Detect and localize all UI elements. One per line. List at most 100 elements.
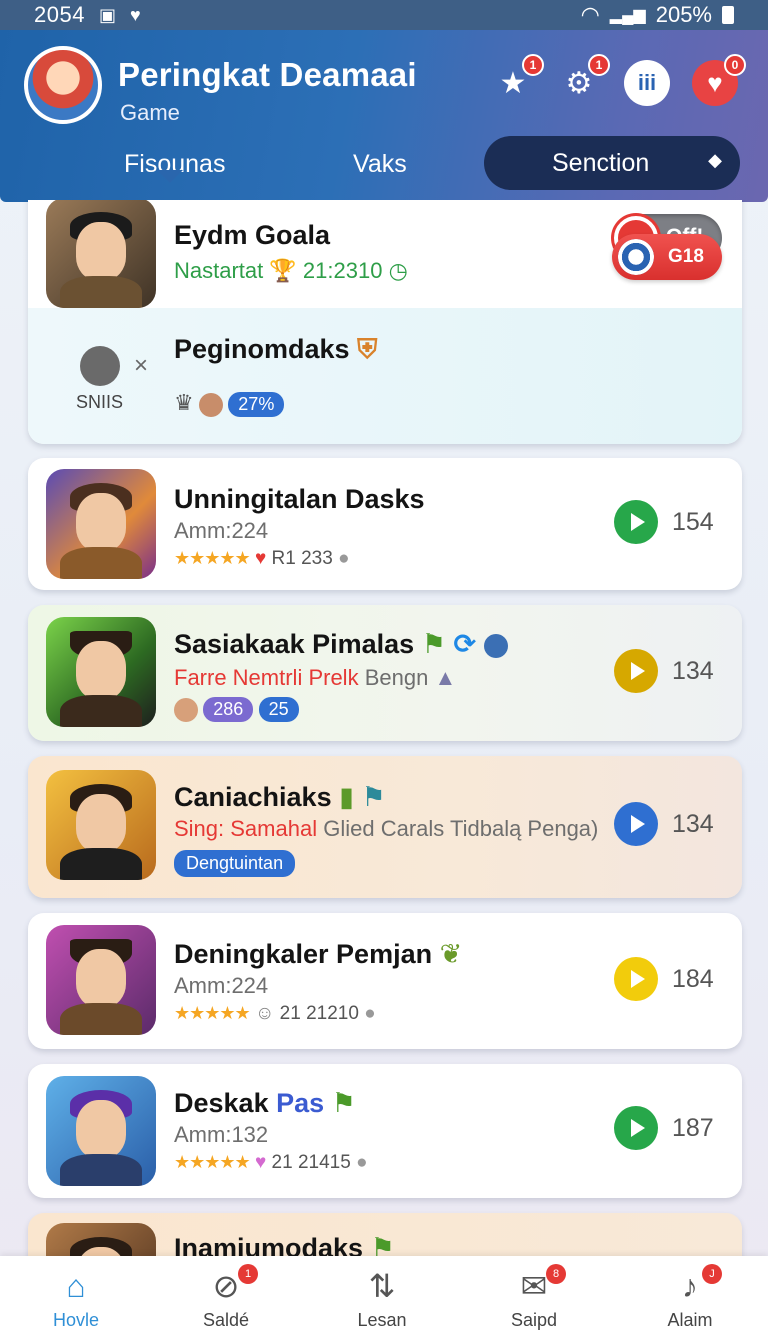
tab-senction-label: Senction xyxy=(552,148,650,177)
play-button[interactable] xyxy=(614,957,658,1001)
avatar[interactable] xyxy=(24,46,102,124)
game-list[interactable]: Eydm Goala Nastartat 🏆 21:2310 ◷ Off! × … xyxy=(0,200,768,1260)
list-item[interactable]: Deningkaler Pemjan ❦ Amm:224 ★★★★★ ☺ 21 … xyxy=(28,913,742,1049)
list-item-sub: Amm:224 xyxy=(174,973,269,998)
clock-icon: ◷ xyxy=(388,258,408,283)
bell-icon: ♪ J xyxy=(630,1264,750,1306)
star-icon[interactable]: ★ 1 xyxy=(490,54,544,106)
nav-label: Saipd xyxy=(510,1310,558,1330)
face-icon: ☺ xyxy=(254,1003,275,1024)
list-item-meta: Nastartat 🏆 21:2310 ◷ xyxy=(174,258,408,284)
list-item-sub: Amm:132 xyxy=(174,1122,269,1147)
leaf-icon: ❦ xyxy=(439,939,463,969)
tab-vaks[interactable]: Vaks xyxy=(353,150,407,179)
flag-icon: ⚑ xyxy=(331,1088,356,1118)
close-icon[interactable]: × xyxy=(134,352,148,380)
list-item-sub: Farre Nemtrli Prelk Bengn ▲ xyxy=(174,665,456,691)
nav-home[interactable]: ⌂ Hovle xyxy=(16,1266,136,1331)
mini-avatar xyxy=(199,392,224,417)
play-button[interactable] xyxy=(614,1106,658,1150)
rating-text: R1 233 xyxy=(271,548,333,569)
list-item-title: Peginomdaks ⛨ xyxy=(174,334,377,366)
dot-icon: ● xyxy=(356,1152,368,1173)
gear-icon[interactable]: ⚙ 1 xyxy=(556,54,610,106)
star-rating-icon: ★★★★★ xyxy=(174,1152,251,1172)
nav-salde[interactable]: ⊘ 1 Saldé xyxy=(166,1264,286,1331)
list-item-sub: Amm:224 xyxy=(174,518,269,543)
status-time: 2054 xyxy=(34,2,85,27)
nav-alaim[interactable]: ♪ J Alaim xyxy=(630,1264,750,1331)
nav-label: Saldé xyxy=(202,1310,250,1330)
stats-label: iii xyxy=(637,70,657,95)
list-item[interactable]: Unningitalan Dasks Amm:224 ★★★★★ ♥ R1 23… xyxy=(28,458,742,590)
heart-icon[interactable]: ♥ 0 xyxy=(692,54,746,106)
list-item-chips: 286 25 xyxy=(174,697,299,722)
list-item-status: Nastartat xyxy=(174,258,264,283)
list-item-title: Deningkaler Pemjan ❦ xyxy=(174,939,462,970)
play-button[interactable] xyxy=(614,649,658,693)
list-item-title-text: Caniachiaks xyxy=(174,782,332,812)
list-item-title: Deskak Pas ⚑ xyxy=(174,1088,356,1119)
sub-gray-text: Bengn xyxy=(364,665,429,690)
nav-saipd[interactable]: ✉ 8 Saipd xyxy=(474,1264,594,1331)
star-rating-icon: ★★★★★ xyxy=(174,548,251,568)
list-item[interactable]: Caniachiaks ▮ ⚑ Sing: Samahal Glied Cara… xyxy=(28,756,742,898)
stats-icon[interactable]: iii xyxy=(624,60,670,106)
list-item-rating: ★★★★★ ☺ 21 21210 ● xyxy=(174,1003,376,1025)
book-icon: ▮ xyxy=(339,782,354,812)
list-item-rating: ★★★★★ ♥ 21 21415 ● xyxy=(174,1152,368,1174)
mini-avatar xyxy=(483,633,508,658)
list-item[interactable]: Inamiumodaks ⚑ xyxy=(28,1213,742,1260)
page-title: Peringkat Deamaai xyxy=(118,56,417,93)
sim-icon: ▣ xyxy=(98,4,116,25)
signal-icon: ▂▄▆ xyxy=(609,7,646,24)
nav-label: Alaim xyxy=(667,1310,713,1330)
nav-lesan[interactable]: ⇅ Lesan xyxy=(322,1266,442,1331)
nav-label: Lesan xyxy=(357,1310,407,1330)
game-thumbnail xyxy=(46,925,156,1035)
list-item-title-text: Deningkaler Pemjan xyxy=(174,939,433,969)
flag-icon: ⚑ xyxy=(361,782,386,812)
compass-icon: ⊘ 1 xyxy=(166,1264,286,1306)
mail-icon: ✉ 8 xyxy=(474,1264,594,1306)
pin-icon: ◆ xyxy=(708,150,722,170)
refresh-icon: ⟳ xyxy=(453,629,477,659)
list-item-title-accent: Pas xyxy=(276,1088,325,1118)
tab-senction[interactable]: Senction ◆ xyxy=(484,136,740,190)
shield-icon: ♥ xyxy=(129,4,141,25)
star-rating-icon: ★★★★★ xyxy=(174,1003,251,1023)
crown-icon: ♛ xyxy=(174,390,194,415)
page-subtitle: Game xyxy=(120,100,180,125)
notification-badge: 1 xyxy=(522,54,544,76)
game-thumbnail xyxy=(46,770,156,880)
sub-red-text: Farre Nemtrli Prelk xyxy=(174,665,359,690)
list-item-title: Sasiakaak Pimalas ⚑ ⟳ xyxy=(174,629,508,660)
play-count: 134 xyxy=(672,810,714,838)
score-pill[interactable]: G18 xyxy=(612,234,722,280)
wifi-icon: ◠ xyxy=(580,2,600,27)
tag-row: Dengtuintan xyxy=(174,850,296,877)
shield-badge-icon: ⛨ xyxy=(357,334,378,364)
list-item[interactable]: Eydm Goala Nastartat 🏆 21:2310 ◷ Off! × … xyxy=(28,200,742,444)
percent-chip: 27% xyxy=(228,392,285,418)
play-circle-icon[interactable] xyxy=(80,346,120,386)
list-item-title-text: Sasiakaak Pimalas xyxy=(174,629,415,659)
list-item-sub: Sing: Samahal Glied Carals Tidbalą Penga… xyxy=(174,816,598,842)
game-thumbnail xyxy=(46,1223,156,1260)
sub-red-text: Sing: Samahal xyxy=(174,816,318,841)
tag-chip[interactable]: Dengtuintan xyxy=(174,850,296,877)
list-item[interactable]: Sasiakaak Pimalas ⚑ ⟳ Farre Nemtrli Prel… xyxy=(28,605,742,741)
nav-label: Hovle xyxy=(52,1310,100,1330)
level-chip: 286 xyxy=(203,697,254,722)
list-item-title: Unningitalan Dasks xyxy=(174,484,425,514)
score-pill-label: G18 xyxy=(668,246,704,267)
play-button[interactable] xyxy=(614,500,658,544)
arrow-up-icon: ▲ xyxy=(434,665,457,690)
notification-badge: 1 xyxy=(588,54,610,76)
notification-badge: J xyxy=(702,1264,722,1284)
list-item[interactable]: Deskak Pas ⚑ Amm:132 ★★★★★ ♥ 21 21415 ● … xyxy=(28,1064,742,1198)
play-button[interactable] xyxy=(614,802,658,846)
list-item-title: Eydm Goala xyxy=(174,220,331,250)
notification-badge: 8 xyxy=(546,1264,566,1284)
play-count: 184 xyxy=(672,965,714,993)
